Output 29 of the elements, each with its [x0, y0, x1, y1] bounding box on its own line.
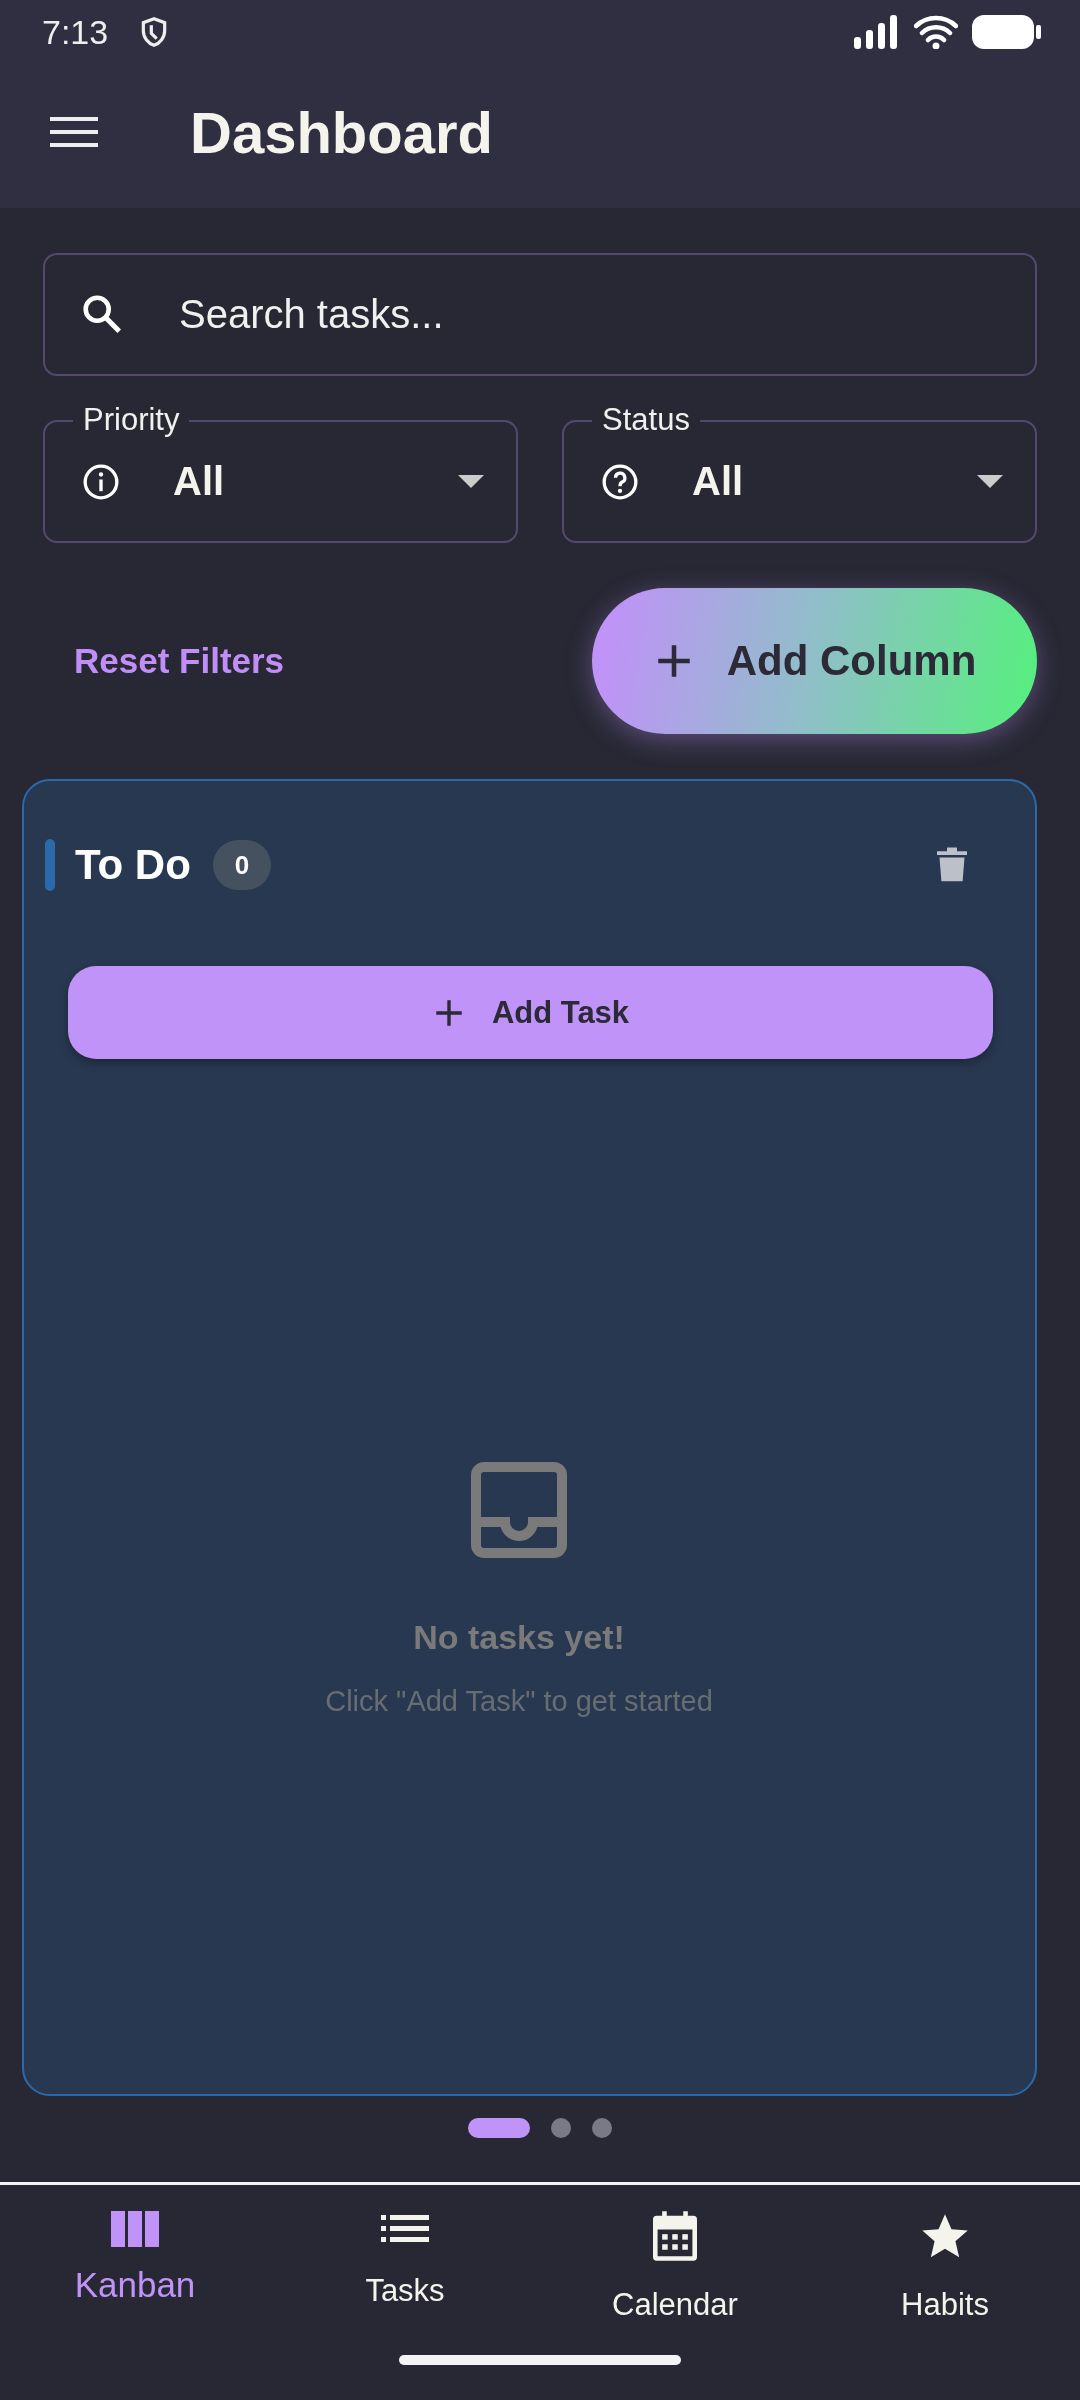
nav-tab[interactable]: Calendar: [540, 2185, 810, 2335]
inbox-icon: [471, 1462, 567, 1558]
column-title: To Do: [75, 841, 191, 889]
wifi-icon: [914, 15, 958, 49]
filter-dropdown[interactable]: Status All: [562, 400, 1037, 543]
add-task-button[interactable]: Add Task: [68, 966, 993, 1059]
menu-icon[interactable]: [50, 115, 98, 149]
battery-icon: [972, 15, 1042, 49]
nav-tab[interactable]: Habits: [810, 2185, 1080, 2335]
reset-filters-link[interactable]: Reset Filters: [74, 641, 285, 681]
nav-tab[interactable]: Kanban: [0, 2185, 270, 2335]
signal-icon: [854, 15, 900, 49]
filter-dropdown[interactable]: Priority All: [43, 400, 518, 543]
empty-state-subtitle: Click "Add Task" to get started: [325, 1685, 713, 1718]
status-time: 7:13: [42, 12, 109, 52]
nav-tab[interactable]: Tasks: [270, 2185, 540, 2335]
delete-icon[interactable]: [937, 847, 967, 883]
columns-icon: [111, 2211, 159, 2247]
column-accent-bar: [45, 839, 55, 891]
search-field[interactable]: Search tasks...: [43, 253, 1037, 376]
task-count-badge: 0: [212, 840, 271, 890]
page-title: Dashboard: [190, 98, 493, 166]
empty-state-title: No tasks yet!: [413, 1618, 625, 1657]
add-column-button[interactable]: Add Column: [592, 588, 1037, 734]
caret-icon: [977, 475, 1003, 488]
dropdown-value: All: [692, 459, 745, 504]
caret-icon: [458, 475, 484, 488]
calendar-icon: [653, 2211, 697, 2261]
dropdown-value: All: [173, 459, 226, 504]
